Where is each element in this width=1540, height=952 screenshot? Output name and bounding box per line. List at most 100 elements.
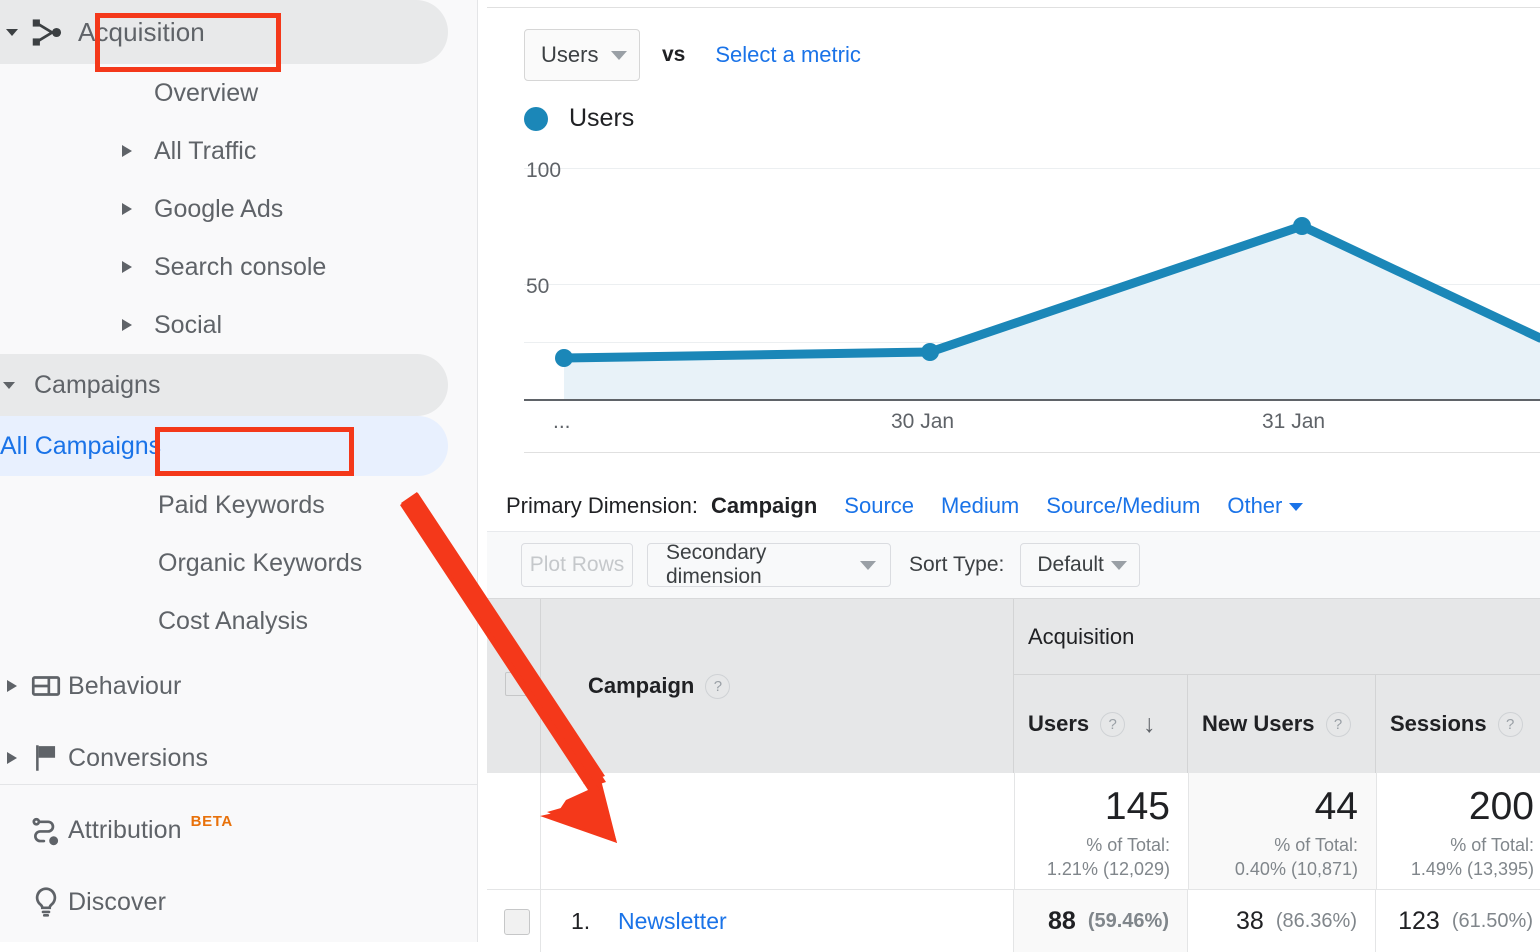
- totals-checkbox-cell: [487, 773, 541, 889]
- x-tick-label-0: ...: [553, 410, 571, 434]
- sidebar-item-label-conversions: Conversions: [68, 744, 208, 773]
- share-nodes-icon: [24, 16, 68, 49]
- dimension-header-cell[interactable]: Campaign ?: [541, 599, 1014, 773]
- sidebar-item-organic-keywords[interactable]: Organic Keywords: [0, 534, 477, 592]
- metric-header-users[interactable]: Users ? ↓: [1014, 675, 1188, 773]
- sidebar-item-label-attribution: Attribution: [68, 816, 182, 845]
- metric-header-users-label: Users: [1028, 711, 1089, 737]
- sidebar-item-label-acquisition: Acquisition: [68, 17, 205, 48]
- caret-down-icon[interactable]: [0, 22, 24, 42]
- plot-rows-button[interactable]: Plot Rows: [521, 543, 633, 587]
- help-icon[interactable]: ?: [705, 674, 730, 699]
- caret-right-icon[interactable]: [120, 317, 154, 333]
- sidebar-item-cost-analysis[interactable]: Cost Analysis: [0, 592, 477, 650]
- table-row[interactable]: 1. Newsletter 88 (59.46%) 38 (86.36%) 12…: [487, 890, 1540, 952]
- table-toolbar: Plot Rows Secondary dimension Sort Type:…: [487, 531, 1540, 598]
- sidebar-item-label-overview: Overview: [154, 79, 258, 108]
- table-header: Campaign ? Acquisition Users ? ↓ New Use…: [487, 598, 1540, 773]
- row-campaign-link[interactable]: Newsletter: [618, 908, 727, 935]
- chevron-down-icon: [1111, 561, 1127, 570]
- data-point: [1293, 217, 1311, 235]
- primary-dimension-source[interactable]: Source: [844, 493, 914, 519]
- caret-down-icon[interactable]: [0, 376, 34, 394]
- sidebar-item-label-organic-keywords: Organic Keywords: [158, 549, 362, 578]
- help-icon[interactable]: ?: [1326, 712, 1351, 737]
- sidebar-item-overview[interactable]: Overview: [0, 64, 477, 122]
- metric-header-new-users[interactable]: New Users ?: [1188, 675, 1376, 773]
- caret-right-icon[interactable]: [0, 750, 24, 766]
- main-content-panel: Users vs Select a metric Users 100 50 ..…: [487, 0, 1540, 942]
- primary-dimension-active-campaign[interactable]: Campaign: [711, 493, 817, 519]
- sidebar-item-all-traffic[interactable]: All Traffic: [0, 122, 477, 180]
- attribution-path-icon: [24, 813, 68, 847]
- sidebar-item-behaviour[interactable]: Behaviour: [0, 650, 477, 722]
- metric-group-acquisition: Acquisition Users ? ↓ New Users ? Sessio…: [1014, 599, 1540, 773]
- totals-pct-label-new-users: % of Total:: [1189, 833, 1358, 857]
- metric-header-new-users-label: New Users: [1202, 711, 1315, 737]
- sidebar-item-social[interactable]: Social: [0, 296, 477, 354]
- lightbulb-icon: [24, 885, 68, 919]
- row-dimension-cell: 1. Newsletter: [541, 890, 1014, 952]
- sidebar-item-label-paid-keywords: Paid Keywords: [158, 491, 325, 520]
- sidebar-item-google-ads[interactable]: Google Ads: [0, 180, 477, 238]
- totals-pct-value-users: 1.21% (12,029): [1015, 857, 1170, 881]
- chart-legend: Users: [524, 104, 634, 133]
- caret-right-icon[interactable]: [0, 678, 24, 694]
- row-checkbox[interactable]: [504, 909, 530, 935]
- totals-cell-sessions: 200 % of Total: 1.49% (13,395): [1377, 773, 1540, 889]
- totals-dimension-cell: [541, 773, 1015, 889]
- sidebar-item-all-campaigns[interactable]: All Campaigns: [0, 416, 448, 476]
- totals-cell-users: 145 % of Total: 1.21% (12,029): [1015, 773, 1189, 889]
- metric-selector-bar: Users vs Select a metric: [524, 29, 861, 81]
- sidebar-item-label-discover: Discover: [68, 888, 166, 917]
- sidebar-item-label-social: Social: [154, 311, 222, 340]
- help-icon[interactable]: ?: [1100, 712, 1125, 737]
- metric-group-label: Acquisition: [1014, 599, 1540, 675]
- sidebar-item-search-console[interactable]: Search console: [0, 238, 477, 296]
- select-a-metric-link[interactable]: Select a metric: [715, 42, 861, 68]
- plot-rows-label: Plot Rows: [530, 553, 625, 577]
- primary-dimension-other[interactable]: Other: [1227, 493, 1303, 519]
- primary-dimension-source-medium[interactable]: Source/Medium: [1046, 493, 1200, 519]
- chevron-down-icon: [1289, 503, 1303, 511]
- caret-right-icon[interactable]: [120, 259, 154, 275]
- sidebar-item-attribution[interactable]: Attribution BETA: [0, 794, 477, 866]
- row-checkbox-cell[interactable]: [487, 890, 541, 952]
- table-totals-row: 145 % of Total: 1.21% (12,029) 44 % of T…: [487, 773, 1540, 890]
- caret-right-icon[interactable]: [120, 201, 154, 217]
- row-pct-sessions: (61.50%): [1452, 910, 1533, 933]
- select-all-checkbox[interactable]: [505, 672, 529, 696]
- legend-series-label: Users: [569, 104, 634, 133]
- primary-dimension-medium[interactable]: Medium: [941, 493, 1019, 519]
- sidebar-item-label-campaigns: Campaigns: [34, 371, 160, 400]
- totals-value-sessions: 200: [1377, 787, 1534, 827]
- x-tick-label-30jan: 30 Jan: [891, 410, 954, 434]
- sidebar-item-paid-keywords[interactable]: Paid Keywords: [0, 476, 477, 534]
- sidebar-item-label-behaviour: Behaviour: [68, 672, 181, 701]
- row-value-new-users: 38: [1236, 907, 1264, 936]
- sidebar-item-discover[interactable]: Discover: [0, 866, 477, 938]
- row-cell-users: 88 (59.46%): [1014, 890, 1188, 952]
- sidebar-item-campaigns[interactable]: Campaigns: [0, 354, 448, 416]
- sort-type-dropdown[interactable]: Default: [1020, 543, 1140, 587]
- caret-right-icon[interactable]: [120, 143, 154, 159]
- data-point: [555, 349, 573, 367]
- totals-value-new-users: 44: [1189, 787, 1358, 827]
- sort-descending-icon[interactable]: ↓: [1143, 712, 1156, 737]
- help-icon[interactable]: ?: [1498, 712, 1523, 737]
- secondary-dimension-dropdown[interactable]: Secondary dimension: [647, 543, 891, 587]
- primary-dimension-other-label: Other: [1227, 493, 1282, 518]
- users-area-chart[interactable]: 100 50 ... 30 Jan 31 Jan: [524, 152, 1540, 444]
- metric-header-sessions[interactable]: Sessions ?: [1376, 675, 1540, 773]
- left-navigation-sidebar: Acquisition Overview All Traffic Google …: [0, 0, 478, 942]
- chart-plot-svg: [524, 152, 1540, 402]
- sidebar-item-acquisition[interactable]: Acquisition: [0, 0, 448, 64]
- x-tick-label-31jan: 31 Jan: [1262, 410, 1325, 434]
- primary-metric-dropdown[interactable]: Users: [524, 29, 640, 81]
- chevron-down-icon: [611, 51, 627, 60]
- totals-pct-label-users: % of Total:: [1015, 833, 1170, 857]
- select-all-header-cell[interactable]: [487, 599, 541, 773]
- row-value-users: 88: [1048, 907, 1076, 936]
- sidebar-item-label-cost-analysis: Cost Analysis: [158, 607, 308, 636]
- vs-label: vs: [662, 43, 685, 67]
